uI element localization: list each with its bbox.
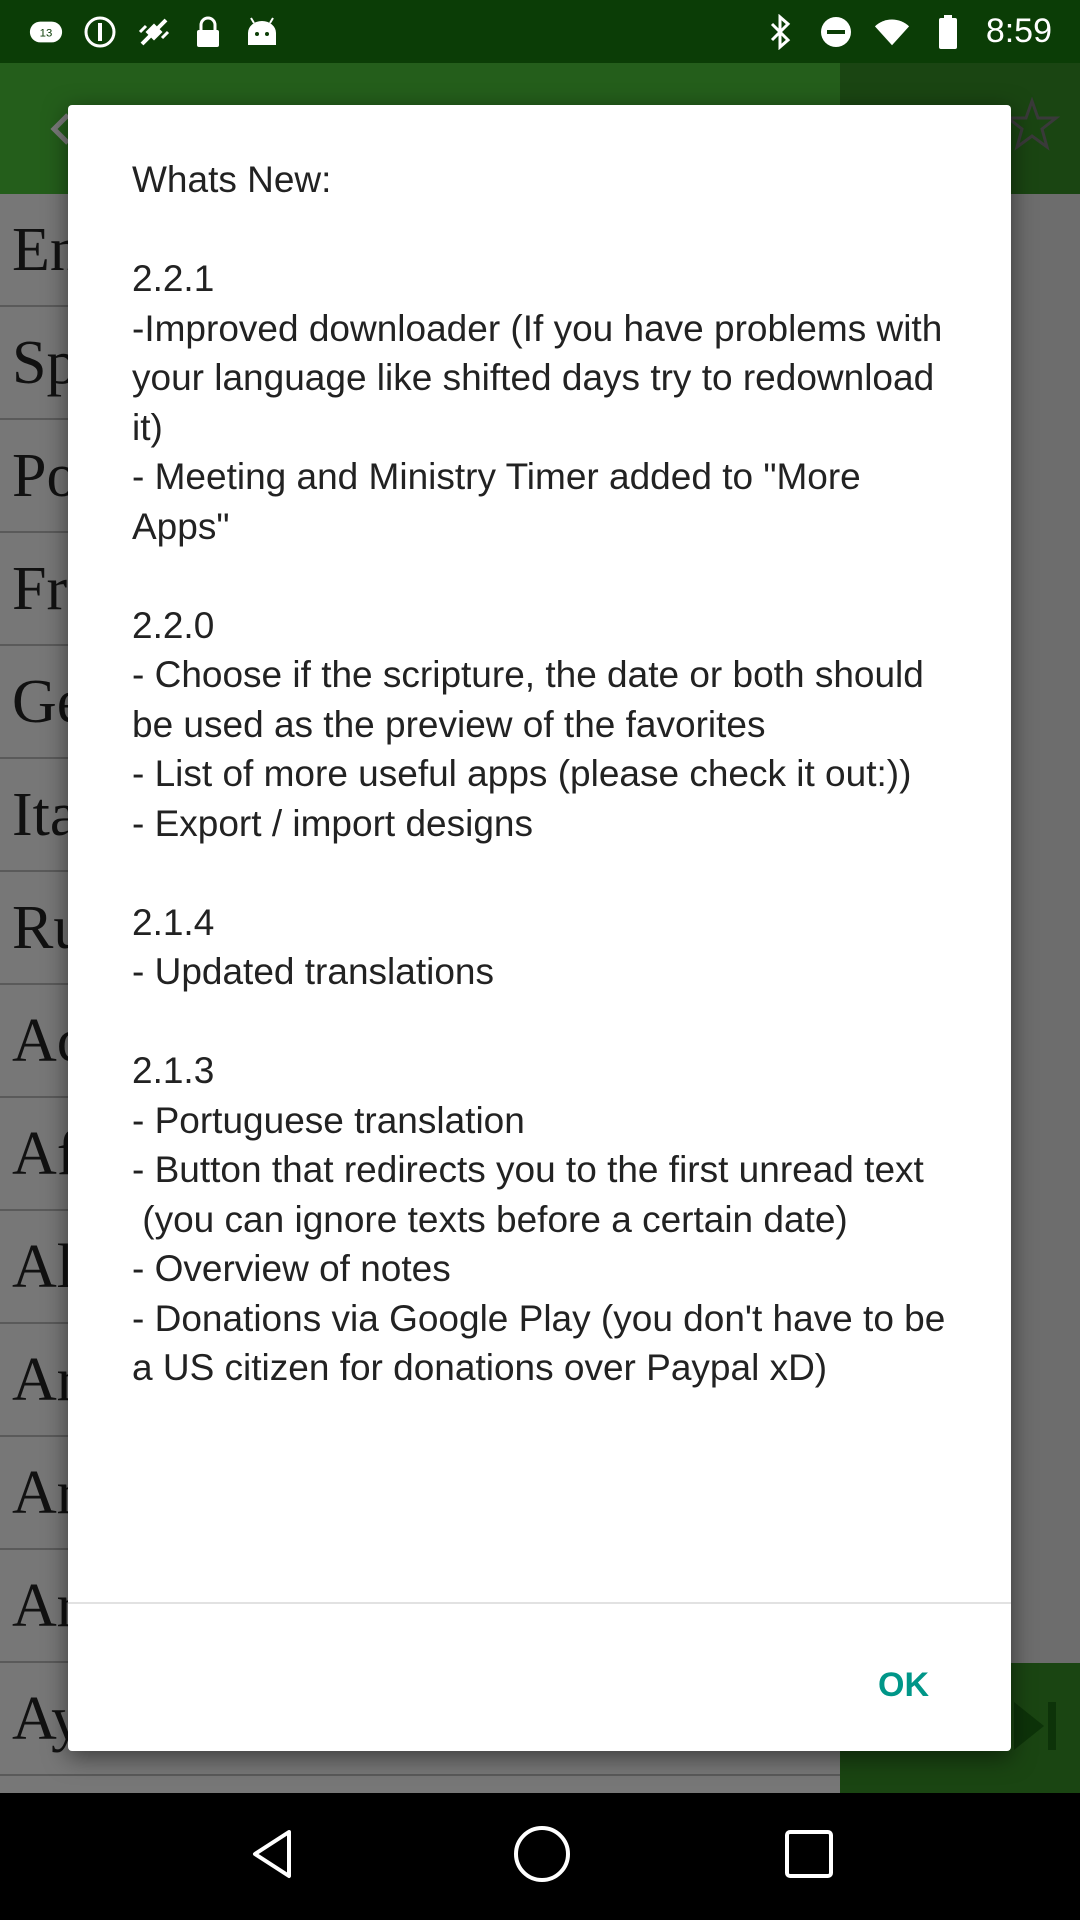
fake-gps-icon <box>136 14 172 50</box>
svg-text:13: 13 <box>40 27 53 39</box>
status-time: 8:59 <box>985 12 1052 50</box>
star-icon <box>1003 96 1061 158</box>
home-nav-icon[interactable] <box>512 1824 572 1889</box>
lock-icon <box>190 14 226 50</box>
bluetooth-icon <box>762 13 798 50</box>
dialog-message: Whats New: 2.2.1 -Improved downloader (I… <box>132 159 946 1388</box>
portable-hotspot-icon <box>82 14 118 50</box>
recents-nav-icon[interactable] <box>783 1828 835 1885</box>
dialog-divider <box>68 1602 1011 1604</box>
abc13-icon: 13 <box>28 14 64 50</box>
wifi-icon <box>874 14 910 50</box>
android-icon <box>244 14 280 50</box>
battery-icon <box>930 14 966 50</box>
whats-new-dialog: Whats New: 2.2.1 -Improved downloader (I… <box>68 105 1011 1751</box>
status-bar: 13 8:59 <box>0 0 1080 63</box>
back-nav-icon[interactable] <box>245 1826 301 1887</box>
ok-button[interactable]: OK <box>860 1645 947 1725</box>
do-not-disturb-icon <box>818 14 854 50</box>
navigation-bar <box>0 1793 1080 1920</box>
dialog-scroll-area[interactable]: Whats New: 2.2.1 -Improved downloader (I… <box>132 155 962 1695</box>
skip-next-icon <box>1010 1696 1060 1761</box>
